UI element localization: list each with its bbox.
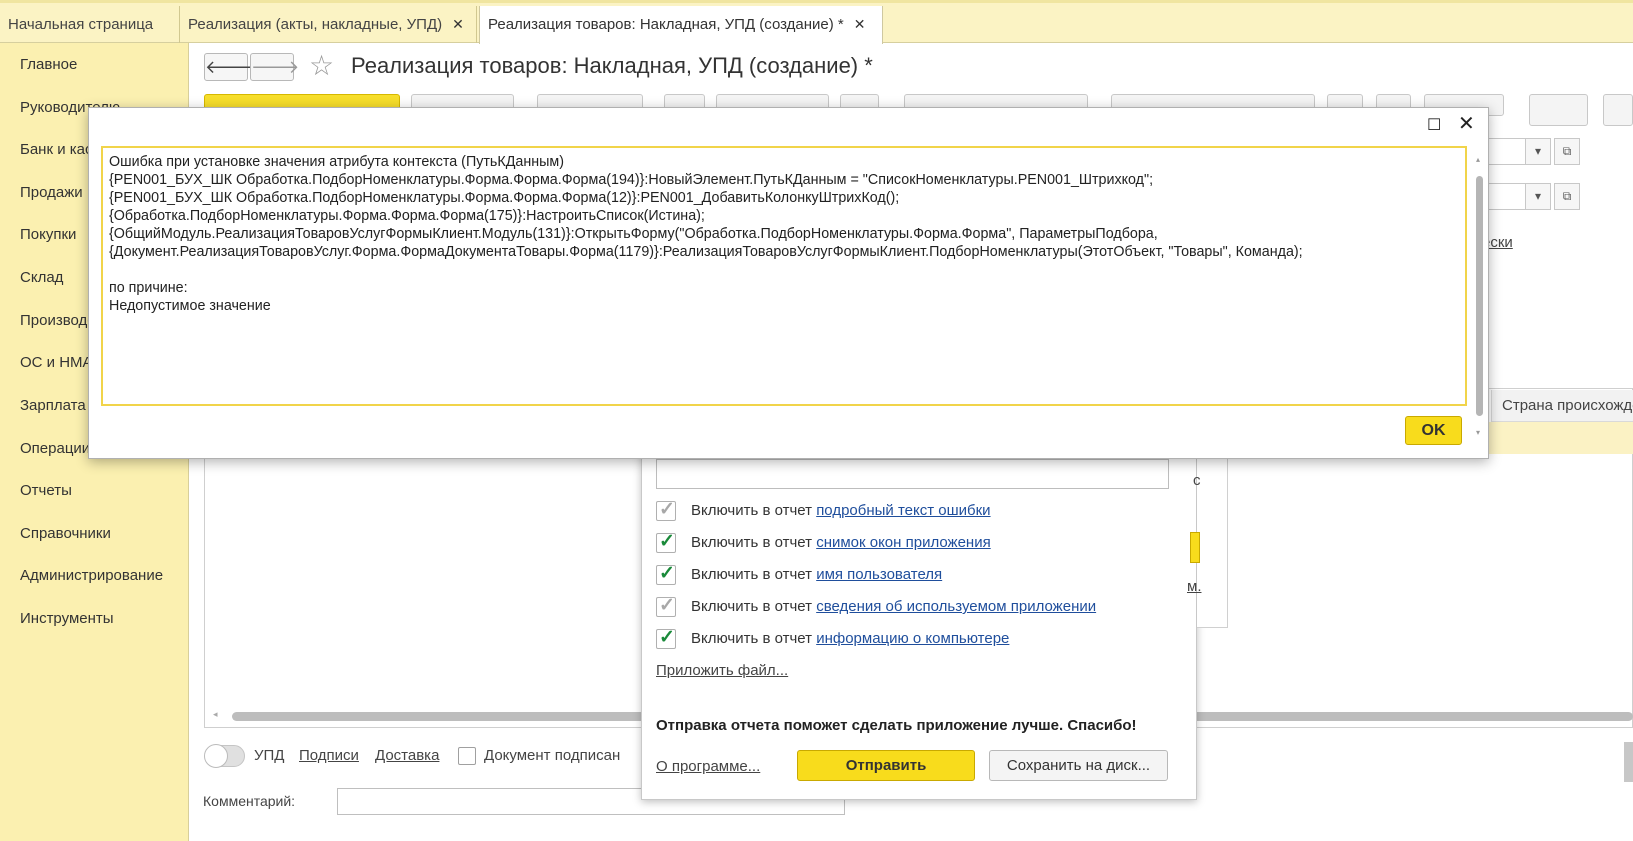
save-to-disk-button[interactable]: Сохранить на диск... bbox=[989, 750, 1168, 781]
arrow-left-icon: 🡐 bbox=[205, 57, 254, 77]
include-computer-info-line: Включить в отчет информацию о компьютере bbox=[691, 630, 1009, 647]
scroll-up-icon[interactable]: ▴ bbox=[1476, 155, 1480, 164]
sidebar-item-reports[interactable]: Отчеты bbox=[0, 479, 188, 503]
error-message-text[interactable]: Ошибка при установке значения атрибута к… bbox=[101, 146, 1467, 406]
comment-label: Комментарий: bbox=[203, 793, 296, 809]
tab-bar: Начальная страница Реализация (акты, нак… bbox=[0, 0, 1633, 44]
check-icon: ✓ bbox=[659, 595, 675, 616]
include-username-checkbox[interactable]: ✓ bbox=[656, 563, 676, 585]
app-info-link[interactable]: сведения об используемом приложении bbox=[816, 598, 1096, 615]
back-button[interactable]: 🡐 bbox=[204, 53, 253, 81]
close-icon[interactable]: ✕ bbox=[854, 16, 866, 32]
scroll-down-icon[interactable]: ▾ bbox=[1476, 428, 1480, 437]
column-header-country[interactable]: Страна происхождения bbox=[1491, 390, 1633, 422]
star-icon[interactable]: ☆ bbox=[309, 52, 334, 80]
check-icon: ✓ bbox=[659, 563, 675, 584]
document-signed-label: Документ подписан bbox=[484, 747, 621, 764]
include-computer-info-checkbox[interactable]: ✓ bbox=[656, 627, 676, 649]
tab-label: Начальная страница bbox=[8, 16, 154, 33]
option-prefix: Включить в отчет bbox=[691, 630, 813, 647]
sidebar-item-main[interactable]: Главное bbox=[0, 53, 188, 77]
vertical-scrollbar[interactable] bbox=[1624, 742, 1633, 782]
include-screenshot-line: Включить в отчет снимок окон приложения bbox=[691, 534, 991, 551]
check-icon: ✓ bbox=[659, 627, 675, 648]
side-panel-button[interactable] bbox=[1190, 532, 1200, 563]
include-app-info-line: Включить в отчет сведения об используемо… bbox=[691, 598, 1096, 615]
side-panel-link[interactable]: м. bbox=[1187, 578, 1201, 595]
tab-home[interactable]: Начальная страница bbox=[0, 6, 180, 43]
side-panel bbox=[1197, 440, 1228, 628]
screenshot-link[interactable]: снимок окон приложения bbox=[816, 534, 991, 551]
error-report-dialog bbox=[641, 440, 1197, 800]
include-username-line: Включить в отчет имя пользователя bbox=[691, 566, 942, 583]
delivery-link[interactable]: Доставка bbox=[375, 747, 439, 764]
sidebar-item-label: Справочники bbox=[20, 525, 111, 542]
sidebar-item-label: Отчеты bbox=[20, 482, 72, 499]
sidebar-item-label: Покупки bbox=[20, 226, 77, 243]
ok-button[interactable]: OK bbox=[1405, 416, 1462, 445]
side-panel-text: с bbox=[1193, 472, 1201, 489]
sidebar-item-tools[interactable]: Инструменты bbox=[0, 607, 188, 631]
include-app-info-checkbox: ✓ bbox=[656, 595, 676, 617]
option-prefix: Включить в отчет bbox=[691, 534, 813, 551]
report-comment-input[interactable] bbox=[656, 459, 1169, 489]
include-screenshot-checkbox[interactable]: ✓ bbox=[656, 531, 676, 553]
close-icon[interactable]: ✕ bbox=[1458, 111, 1475, 136]
document-signed-checkbox[interactable] bbox=[458, 747, 476, 765]
include-error-text-checkbox: ✓ bbox=[656, 499, 676, 521]
sidebar-item-label: Инструменты bbox=[20, 610, 114, 627]
error-text-link[interactable]: подробный текст ошибки bbox=[816, 502, 990, 519]
sidebar-item-label: Продажи bbox=[20, 184, 83, 201]
page-title: Реализация товаров: Накладная, УПД (созд… bbox=[351, 53, 873, 78]
open-icon[interactable]: ⧉ bbox=[1554, 138, 1580, 165]
close-icon[interactable]: ✕ bbox=[452, 16, 464, 32]
computer-info-link[interactable]: информацию о компьютере bbox=[816, 630, 1009, 647]
send-button[interactable]: Отправить bbox=[797, 750, 975, 781]
gear-icon[interactable] bbox=[1529, 94, 1588, 126]
tab-sales-list[interactable]: Реализация (акты, накладные, УПД) ✕ bbox=[180, 6, 477, 43]
open-icon[interactable]: ⧉ bbox=[1554, 183, 1580, 210]
sidebar-item-label: Склад bbox=[20, 269, 64, 286]
sidebar-item-label: Операции bbox=[20, 440, 91, 457]
chevron-down-icon[interactable]: ▾ bbox=[1525, 138, 1551, 165]
toolbar-button[interactable] bbox=[1603, 94, 1633, 126]
chevron-down-icon[interactable]: ▾ bbox=[1525, 183, 1551, 210]
scroll-left-icon[interactable]: ◂ bbox=[213, 709, 218, 720]
error-text-scrollbar[interactable] bbox=[1476, 176, 1483, 416]
sidebar-item-label: Администрирование bbox=[20, 567, 164, 584]
arrow-right-icon: 🡒 bbox=[251, 57, 300, 77]
tab-sales-create[interactable]: Реализация товаров: Накладная, УПД (созд… bbox=[479, 6, 883, 44]
option-prefix: Включить в отчет bbox=[691, 502, 813, 519]
report-thanks-text: Отправка отчета поможет сделать приложен… bbox=[656, 717, 1137, 734]
check-icon: ✓ bbox=[659, 531, 675, 552]
sidebar-item-label: ОС и НМА bbox=[20, 354, 93, 371]
tab-label: Реализация товаров: Накладная, УПД (созд… bbox=[488, 16, 844, 33]
toggle-knob bbox=[204, 744, 228, 768]
maximize-icon[interactable]: ☐ bbox=[1427, 115, 1441, 135]
sidebar-item-label: Главное bbox=[20, 56, 78, 73]
sidebar-item-catalogs[interactable]: Справочники bbox=[0, 522, 188, 546]
check-icon: ✓ bbox=[659, 499, 675, 520]
include-error-text-line: Включить в отчет подробный текст ошибки bbox=[691, 502, 991, 519]
about-link[interactable]: О программе... bbox=[656, 758, 760, 775]
username-link[interactable]: имя пользователя bbox=[816, 566, 942, 583]
option-prefix: Включить в отчет bbox=[691, 598, 813, 615]
forward-button[interactable]: 🡒 bbox=[250, 53, 299, 81]
tab-label: Реализация (акты, накладные, УПД) bbox=[188, 16, 443, 33]
option-prefix: Включить в отчет bbox=[691, 566, 813, 583]
signatures-link[interactable]: Подписи bbox=[299, 747, 359, 764]
upd-label: УПД bbox=[254, 747, 285, 764]
attach-file-link[interactable]: Приложить файл... bbox=[656, 662, 788, 679]
sidebar-item-admin[interactable]: Администрирование bbox=[0, 564, 188, 588]
